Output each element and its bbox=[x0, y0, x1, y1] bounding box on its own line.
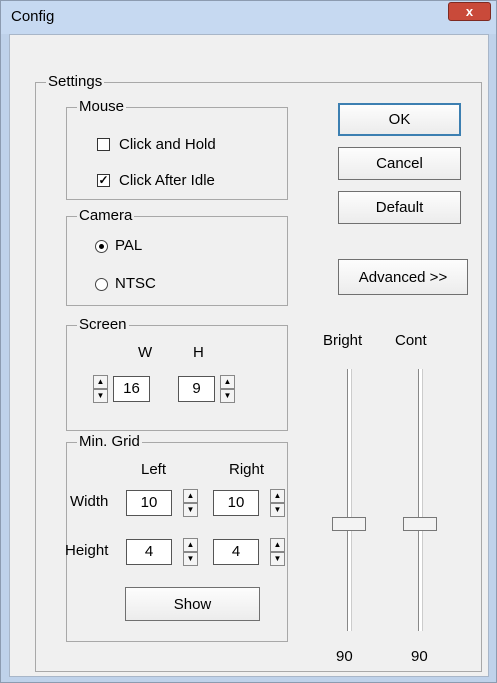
config-window: Config x Settings Mouse Click and Hold ✓… bbox=[0, 0, 497, 683]
height-right-field[interactable]: 4 bbox=[213, 539, 259, 565]
width-left-field[interactable]: 10 bbox=[126, 490, 172, 516]
cont-value: 90 bbox=[411, 648, 428, 665]
height-right-spinner[interactable]: ▲ ▼ bbox=[270, 538, 285, 566]
camera-group-label: Camera bbox=[77, 207, 135, 225]
radio-selected-dot bbox=[99, 244, 104, 249]
screen-w-spinner[interactable]: ▲ ▼ bbox=[93, 375, 108, 403]
cancel-button[interactable]: Cancel bbox=[338, 147, 461, 180]
height-left-field[interactable]: 4 bbox=[126, 539, 172, 565]
pal-radio[interactable] bbox=[95, 240, 108, 253]
camera-group: Camera bbox=[66, 207, 288, 306]
click-after-idle-label[interactable]: Click After Idle bbox=[119, 172, 215, 190]
min-grid-left-label: Left bbox=[141, 461, 167, 478]
screen-w-field[interactable]: 16 bbox=[113, 376, 150, 402]
ntsc-radio[interactable] bbox=[95, 278, 108, 291]
spin-up-icon[interactable]: ▲ bbox=[183, 538, 198, 552]
screen-h-spinner[interactable]: ▲ ▼ bbox=[220, 375, 235, 403]
title-bar[interactable]: Config x bbox=[1, 1, 496, 34]
spin-down-icon[interactable]: ▼ bbox=[93, 389, 108, 403]
show-button[interactable]: Show bbox=[125, 587, 260, 621]
min-grid-right-label: Right bbox=[229, 461, 265, 478]
cont-slider-thumb[interactable] bbox=[403, 517, 437, 531]
spin-down-icon[interactable]: ▼ bbox=[270, 552, 285, 566]
close-icon: x bbox=[465, 4, 474, 19]
default-button[interactable]: Default bbox=[338, 191, 461, 224]
screen-h-field[interactable]: 9 bbox=[178, 376, 215, 402]
height-left-spinner[interactable]: ▲ ▼ bbox=[183, 538, 198, 566]
ok-button[interactable]: OK bbox=[338, 103, 461, 136]
bright-slider-thumb[interactable] bbox=[332, 517, 366, 531]
click-and-hold-checkbox[interactable] bbox=[97, 138, 110, 151]
checkmark-icon: ✓ bbox=[98, 173, 109, 187]
spin-down-icon[interactable]: ▼ bbox=[183, 552, 198, 566]
spin-up-icon[interactable]: ▲ bbox=[270, 538, 285, 552]
dialog-client-area: Settings Mouse Click and Hold ✓ Click Af… bbox=[9, 34, 489, 677]
bright-slider-track[interactable] bbox=[347, 369, 352, 631]
advanced-button[interactable]: Advanced >> bbox=[338, 259, 468, 295]
window-title: Config bbox=[11, 8, 55, 25]
mouse-group-label: Mouse bbox=[77, 98, 127, 116]
settings-group-label: Settings bbox=[46, 73, 105, 91]
min-grid-height-label: Height bbox=[65, 542, 109, 559]
spin-up-icon[interactable]: ▲ bbox=[220, 375, 235, 389]
spin-up-icon[interactable]: ▲ bbox=[93, 375, 108, 389]
bright-slider-label: Bright bbox=[323, 332, 363, 349]
screen-w-label: W bbox=[138, 344, 153, 361]
click-after-idle-checkbox[interactable]: ✓ bbox=[97, 174, 110, 187]
click-and-hold-label[interactable]: Click and Hold bbox=[119, 136, 216, 154]
spin-down-icon[interactable]: ▼ bbox=[220, 389, 235, 403]
width-left-spinner[interactable]: ▲ ▼ bbox=[183, 489, 198, 517]
pal-label[interactable]: PAL bbox=[115, 237, 142, 255]
spin-down-icon[interactable]: ▼ bbox=[270, 503, 285, 517]
cont-slider-track[interactable] bbox=[418, 369, 423, 631]
spin-down-icon[interactable]: ▼ bbox=[183, 503, 198, 517]
bright-value: 90 bbox=[336, 648, 353, 665]
min-grid-width-label: Width bbox=[70, 493, 109, 510]
cont-slider-label: Cont bbox=[395, 332, 427, 349]
ntsc-label[interactable]: NTSC bbox=[115, 275, 156, 293]
spin-up-icon[interactable]: ▲ bbox=[270, 489, 285, 503]
width-right-spinner[interactable]: ▲ ▼ bbox=[270, 489, 285, 517]
close-button[interactable]: x bbox=[448, 2, 491, 21]
screen-group-label: Screen bbox=[77, 316, 129, 334]
width-right-field[interactable]: 10 bbox=[213, 490, 259, 516]
min-grid-group-label: Min. Grid bbox=[77, 433, 142, 451]
screen-h-label: H bbox=[193, 344, 204, 361]
spin-up-icon[interactable]: ▲ bbox=[183, 489, 198, 503]
